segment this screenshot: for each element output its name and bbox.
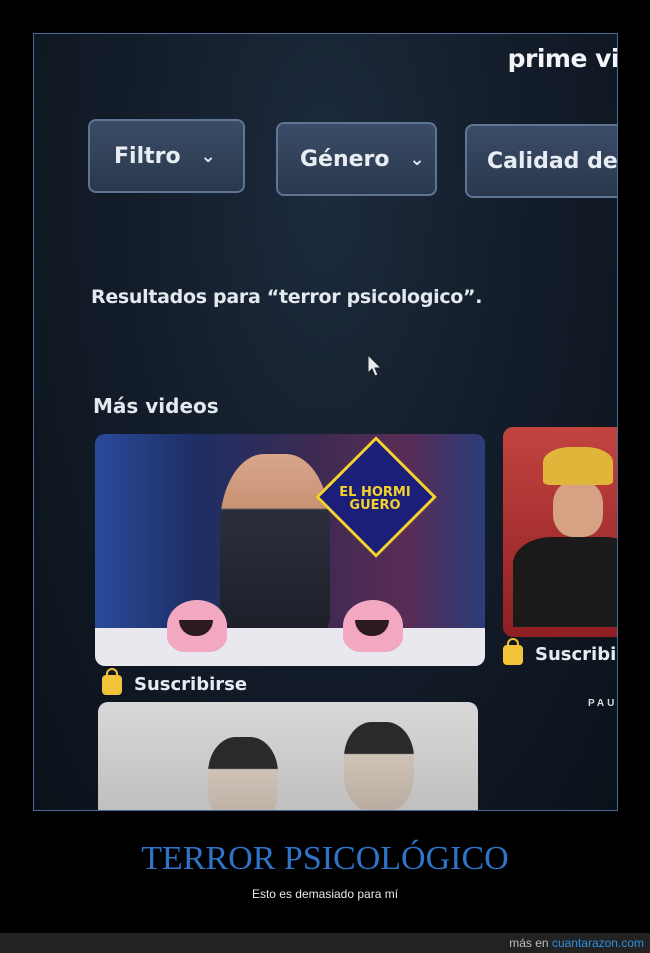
- woman-figure: [344, 722, 414, 810]
- footer-bar: más en cuantarazon.com: [0, 933, 650, 953]
- quality-dropdown[interactable]: Calidad de v: [465, 124, 618, 198]
- mouse-cursor-icon: [367, 354, 383, 377]
- footer-prefix: más en: [509, 936, 549, 950]
- prime-video-logo: prime vi: [507, 44, 618, 73]
- genre-label: Género: [300, 146, 390, 172]
- section-title: Más videos: [93, 394, 219, 418]
- woman-figure: [208, 737, 278, 810]
- filter-label: Filtro: [114, 143, 181, 169]
- subscribe-bag-icon: [102, 667, 122, 695]
- partial-card-text: PAU: [588, 698, 618, 709]
- quality-label: Calidad de v: [487, 148, 618, 174]
- subscribe-label[interactable]: Suscribirse: [102, 667, 248, 695]
- chevron-down-icon: ⌄: [200, 145, 216, 167]
- video-card-thumbnail[interactable]: [98, 702, 478, 810]
- footer-site-link[interactable]: cuantarazon.com: [552, 936, 644, 950]
- subscribe-label[interactable]: Suscribirs: [503, 637, 617, 665]
- genre-dropdown[interactable]: Género ⌄: [276, 122, 437, 196]
- desk: [95, 628, 485, 666]
- show-logo-text: EL HORMI GUERO: [339, 485, 411, 513]
- search-results-heading: Resultados para “terror psicologico”.: [91, 286, 483, 308]
- video-card-thumbnail[interactable]: [503, 427, 617, 637]
- subscribe-text: Suscribirse: [134, 674, 248, 695]
- puppet-left: [167, 600, 227, 652]
- subscribe-bag-icon: [503, 637, 523, 665]
- meme-title: TERROR PSICOLÓGICO: [141, 840, 509, 877]
- video-card-thumbnail[interactable]: EL HORMI GUERO: [95, 434, 485, 666]
- host-figure: [220, 454, 330, 634]
- tv-screen: prime vi Filtro ⌄ Género ⌄ Calidad de v …: [33, 33, 618, 811]
- chevron-down-icon: ⌄: [409, 148, 425, 170]
- puppet-right: [343, 600, 403, 652]
- man-with-hat-figure: [513, 447, 617, 627]
- filter-dropdown[interactable]: Filtro ⌄: [88, 119, 245, 193]
- meme-subtitle: Esto es demasiado para mí: [251, 887, 399, 901]
- subscribe-text: Suscribirs: [535, 644, 617, 665]
